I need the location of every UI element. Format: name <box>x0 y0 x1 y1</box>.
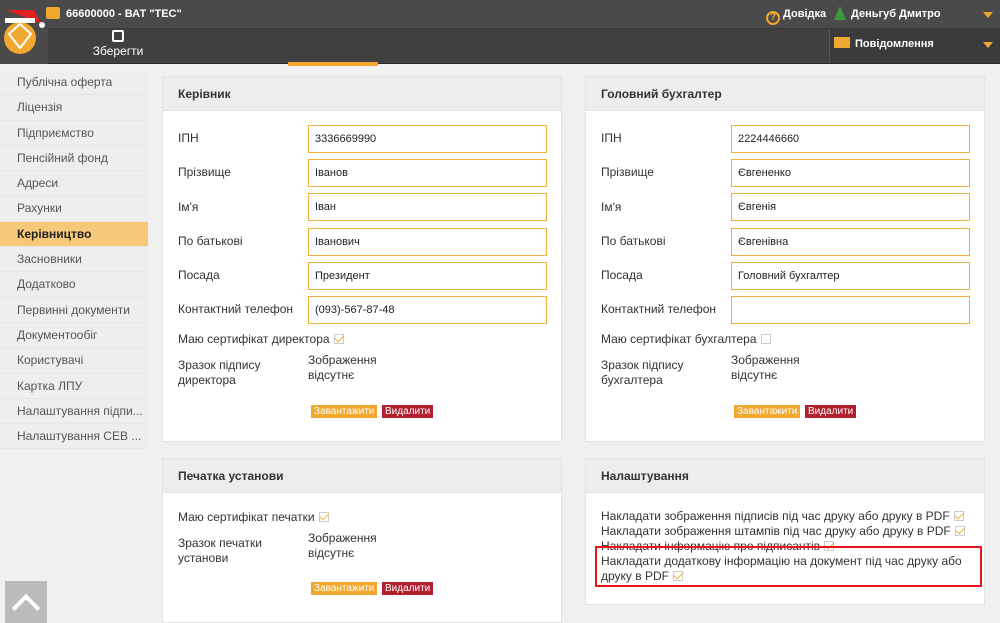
accountant-upload-button[interactable]: Завантажити <box>734 405 801 418</box>
stamp-cert-row: Маю сертифікат печатки <box>178 510 329 525</box>
stamp-panel-title: Печатка установи <box>163 459 561 493</box>
director-delete-button[interactable]: Видалити <box>382 405 434 418</box>
accountant-sign-label: Зразок підпису бухгалтера <box>601 358 684 387</box>
director-cert-row: Маю сертифікат директора <box>178 332 344 347</box>
santa-logo-icon <box>4 10 45 54</box>
sidebar: Публічна оферта Ліцензія Підприємство Пе… <box>0 70 148 450</box>
stamp-panel: Печатка установи Маю сертифікат печатки … <box>162 458 562 623</box>
accountant-position-label: Посада <box>601 268 643 282</box>
director-position-field[interactable]: Президент <box>308 262 547 290</box>
director-surname-field[interactable]: Іванов <box>308 159 547 187</box>
director-name-field[interactable]: Іван <box>308 193 547 221</box>
envelope-icon <box>834 37 850 48</box>
director-upload-button[interactable]: Завантажити <box>311 405 378 418</box>
user-menu[interactable]: Деньгуб Дмитро <box>834 0 941 29</box>
director-ipn-label: ІПН <box>178 131 199 145</box>
help-link[interactable]: ? Довідка <box>766 0 826 29</box>
director-name-label: Ім'я <box>178 200 199 214</box>
sidebar-item-additional[interactable]: Додатково <box>0 272 148 298</box>
stamp-cert-label: Маю сертифікат печатки <box>178 510 315 524</box>
setting-stamps-checkbox[interactable] <box>954 526 965 536</box>
highlight-box <box>595 546 982 587</box>
setting-signatures-label: Накладати зображення підписів під час др… <box>601 509 950 523</box>
accountant-surname-label: Прізвище <box>601 165 654 179</box>
setting-signatures-checkbox[interactable] <box>953 511 964 521</box>
accountant-phone-label: Контактний телефон <box>601 302 717 316</box>
sidebar-item-primary-docs[interactable]: Первинні документи <box>0 297 148 323</box>
app-logo[interactable] <box>0 0 48 64</box>
director-surname-label: Прізвище <box>178 165 231 179</box>
accountant-name-field[interactable]: Євгенія <box>731 193 970 221</box>
director-cert-label: Маю сертифікат директора <box>178 332 330 346</box>
accountant-cert-row: Маю сертифікат бухгалтера <box>601 332 771 347</box>
sidebar-item-management[interactable]: Керівництво <box>0 221 148 248</box>
director-patronymic-field[interactable]: Іванович <box>308 228 547 256</box>
briefcase-icon <box>46 7 60 19</box>
sidebar-item-founders[interactable]: Засновники <box>0 247 148 273</box>
sidebar-item-doc-flow[interactable]: Документообіг <box>0 322 148 349</box>
director-image-status: Зображення відсутнє <box>308 353 377 382</box>
director-phone-label: Контактний телефон <box>178 302 294 316</box>
messages-label: Повідомлення <box>855 38 934 50</box>
help-icon: ? <box>766 11 780 25</box>
sidebar-item-accounts[interactable]: Рахунки <box>0 196 148 222</box>
sidebar-item-enterprise[interactable]: Підприємство <box>0 120 148 146</box>
accountant-name-label: Ім'я <box>601 200 622 214</box>
settings-panel-title: Налаштування <box>586 459 984 493</box>
sidebar-item-addresses[interactable]: Адреси <box>0 171 148 197</box>
director-position-label: Посада <box>178 268 220 282</box>
setting-stamps-row: Накладати зображення штампів під час дру… <box>601 524 981 539</box>
floppy-icon <box>112 30 124 42</box>
save-label: Зберегти <box>92 44 144 58</box>
director-panel: Керівник ІПН 3336669990 Прізвище Іванов … <box>162 76 562 442</box>
stamp-cert-checkbox[interactable] <box>318 512 329 522</box>
director-phone-field[interactable]: (093)-567-87-48 <box>308 296 547 324</box>
messages-button[interactable]: Повідомлення <box>834 29 934 59</box>
save-button[interactable]: Зберегти <box>90 30 146 62</box>
stamp-delete-button[interactable]: Видалити <box>382 582 434 595</box>
director-cert-checkbox[interactable] <box>333 334 344 344</box>
user-chevron-down-icon[interactable] <box>983 12 993 18</box>
accountant-ipn-field[interactable]: 2224446660 <box>731 125 970 153</box>
sidebar-item-license[interactable]: Ліцензія <box>0 95 148 121</box>
help-label: Довідка <box>783 8 827 20</box>
accountant-ipn-label: ІПН <box>601 131 622 145</box>
sidebar-item-sev-settings[interactable]: Налаштування СЕВ ... <box>0 424 148 450</box>
director-ipn-field[interactable]: 3336669990 <box>308 125 547 153</box>
tree-icon <box>834 6 846 20</box>
messages-chevron-down-icon[interactable] <box>983 42 993 48</box>
accountant-delete-button[interactable]: Видалити <box>805 405 857 418</box>
setting-signatures-row: Накладати зображення підписів під час др… <box>601 509 981 524</box>
accountant-cert-label: Маю сертифікат бухгалтера <box>601 332 757 346</box>
stamp-upload-button[interactable]: Завантажити <box>311 582 378 595</box>
stamp-image-status: Зображення відсутнє <box>308 531 377 560</box>
scroll-top-button[interactable] <box>5 581 47 623</box>
user-name: Деньгуб Дмитро <box>851 8 941 20</box>
director-sign-label: Зразок підпису директора <box>178 358 261 387</box>
accountant-patronymic-label: По батькові <box>601 234 666 248</box>
sidebar-item-users[interactable]: Користувачі <box>0 348 148 374</box>
director-patronymic-label: По батькові <box>178 234 243 248</box>
company-name[interactable]: 66600000 - ВАТ "ТЕС" <box>66 0 182 29</box>
sidebar-item-pension-fund[interactable]: Пенсійний фонд <box>0 145 148 172</box>
accountant-patronymic-field[interactable]: Євгенівна <box>731 228 970 256</box>
sidebar-item-lpu-card[interactable]: Картка ЛПУ <box>0 373 148 399</box>
accountant-panel-title: Головний бухгалтер <box>586 77 984 111</box>
director-panel-title: Керівник <box>163 77 561 111</box>
accountant-position-field[interactable]: Головний бухгалтер <box>731 262 970 290</box>
top-bar: 66600000 - ВАТ "ТЕС" ? Довідка Деньгуб Дм… <box>0 0 1000 64</box>
accountant-panel: Головний бухгалтер ІПН 2224446660 Прізви… <box>585 76 985 442</box>
accountant-phone-field[interactable] <box>731 296 970 324</box>
accountant-image-status: Зображення відсутнє <box>731 353 800 382</box>
setting-stamps-label: Накладати зображення штампів під час дру… <box>601 524 951 538</box>
accountant-surname-field[interactable]: Євгененко <box>731 159 970 187</box>
accountant-cert-checkbox[interactable] <box>760 334 771 344</box>
sidebar-item-signature-settings[interactable]: Налаштування підпи... <box>0 398 148 425</box>
accent-bar <box>288 62 378 66</box>
stamp-sample-label: Зразок печатки установи <box>178 536 262 565</box>
chevron-up-icon <box>11 593 41 623</box>
sidebar-item-offer[interactable]: Публічна оферта <box>0 70 148 96</box>
